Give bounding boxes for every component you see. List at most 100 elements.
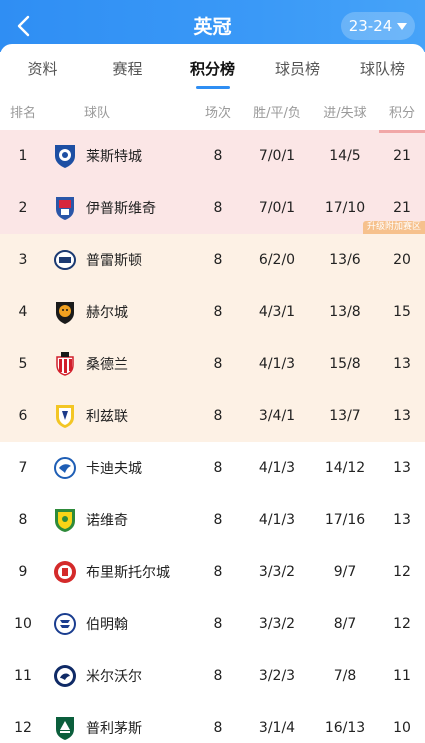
- hull-crest-icon: [53, 299, 77, 325]
- header-rank: 排名: [9, 105, 36, 121]
- wdl-cell: 4/1/3: [258, 460, 296, 476]
- table-row[interactable]: 2 伊普斯维奇 8 7/0/1 17/10 21 升级附加赛区: [0, 182, 425, 234]
- rank-cell: 6: [18, 408, 28, 424]
- goals-cell: 14/12: [324, 460, 366, 476]
- tab-info[interactable]: 资料: [0, 44, 85, 92]
- table-row[interactable]: 11 米尔沃尔 8 3/2/3 7/8 11: [0, 650, 425, 702]
- points-cell: 11: [393, 668, 411, 684]
- points-cell: 13: [393, 460, 411, 476]
- goals-cell: 17/10: [324, 200, 366, 216]
- table-row[interactable]: 6 利兹联 8 3/4/1 13/7 13: [0, 390, 425, 442]
- team-name: 伯明翰: [86, 617, 128, 633]
- played-cell: 8: [213, 720, 223, 736]
- team-name: 米尔沃尔: [86, 669, 142, 685]
- norwich-crest-icon: [53, 507, 77, 533]
- leicester-crest-icon: [53, 143, 77, 169]
- points-cell: 21: [393, 200, 411, 216]
- wdl-cell: 7/0/1: [258, 148, 296, 164]
- playoff-zone-tag: 升级附加赛区: [362, 221, 425, 234]
- rank-cell: 8: [18, 512, 28, 528]
- team-name: 莱斯特城: [86, 149, 142, 165]
- table-row[interactable]: 12 普利茅斯 8 3/1/4 16/13 10: [0, 702, 425, 743]
- played-cell: 8: [213, 304, 223, 320]
- rank-cell: 5: [18, 356, 28, 372]
- tab-player-rankings[interactable]: 球员榜: [255, 44, 340, 92]
- table-row[interactable]: 1 莱斯特城 8 7/0/1 14/5 21: [0, 130, 425, 182]
- table-header: 排名 球队 场次 胜/平/负 进/失球 积分: [0, 92, 425, 130]
- header-wdl: 胜/平/负: [253, 105, 301, 121]
- goals-cell: 7/8: [333, 668, 357, 684]
- tab-bar: 资料 赛程 积分榜 球员榜 球队榜: [0, 44, 425, 92]
- played-cell: 8: [213, 200, 223, 216]
- points-cell: 20: [393, 252, 411, 268]
- played-cell: 8: [213, 512, 223, 528]
- wdl-cell: 3/3/2: [258, 564, 296, 580]
- team-name: 卡迪夫城: [86, 461, 142, 477]
- points-cell: 15: [393, 304, 411, 320]
- played-cell: 8: [213, 460, 223, 476]
- wdl-cell: 3/4/1: [258, 408, 296, 424]
- played-cell: 8: [213, 356, 223, 372]
- rank-cell: 2: [18, 200, 28, 216]
- wdl-cell: 3/1/4: [258, 720, 296, 736]
- goals-cell: 16/13: [324, 720, 366, 736]
- season-selector[interactable]: 23-24: [341, 12, 415, 40]
- rank-cell: 10: [14, 616, 32, 632]
- goals-cell: 15/8: [329, 356, 361, 372]
- goals-cell: 13/7: [329, 408, 361, 424]
- played-cell: 8: [213, 564, 223, 580]
- team-name: 桑德兰: [86, 357, 128, 373]
- tab-schedule[interactable]: 赛程: [85, 44, 170, 92]
- played-cell: 8: [213, 148, 223, 164]
- table-row[interactable]: 7 卡迪夫城 8 4/1/3 14/12 13: [0, 442, 425, 494]
- team-name: 伊普斯维奇: [86, 201, 156, 217]
- sunderland-crest-icon: [53, 351, 77, 377]
- table-row[interactable]: 4 赫尔城 8 4/3/1 13/8 15: [0, 286, 425, 338]
- wdl-cell: 4/1/3: [258, 512, 296, 528]
- ipswich-crest-icon: [53, 195, 77, 221]
- goals-cell: 9/7: [333, 564, 357, 580]
- birmingham-crest-icon: [53, 611, 77, 637]
- wdl-cell: 7/0/1: [258, 200, 296, 216]
- points-cell: 13: [393, 356, 411, 372]
- goals-cell: 13/8: [329, 304, 361, 320]
- points-cell: 13: [393, 512, 411, 528]
- team-name: 布里斯托尔城: [86, 565, 170, 581]
- wdl-cell: 6/2/0: [258, 252, 296, 268]
- points-cell: 13: [393, 408, 411, 424]
- team-name: 赫尔城: [86, 305, 128, 321]
- preston-crest-icon: [53, 247, 77, 273]
- rank-cell: 3: [18, 252, 28, 268]
- plymouth-crest-icon: [53, 715, 77, 741]
- points-cell: 10: [393, 720, 411, 736]
- rank-cell: 4: [18, 304, 28, 320]
- rank-cell: 11: [14, 668, 32, 684]
- tab-standings[interactable]: 积分榜: [170, 44, 255, 92]
- header-goals: 进/失球: [323, 105, 367, 121]
- points-cell: 12: [393, 616, 411, 632]
- table-row[interactable]: 3 普雷斯顿 8 6/2/0 13/6 20: [0, 234, 425, 286]
- table-row[interactable]: 8 诺维奇 8 4/1/3 17/16 13: [0, 494, 425, 546]
- rank-cell: 1: [18, 148, 28, 164]
- goals-cell: 8/7: [333, 616, 357, 632]
- cardiff-crest-icon: [53, 455, 77, 481]
- team-name: 普雷斯顿: [86, 253, 142, 269]
- played-cell: 8: [213, 252, 223, 268]
- wdl-cell: 4/1/3: [258, 356, 296, 372]
- table-row[interactable]: 10 伯明翰 8 3/3/2 8/7 12: [0, 598, 425, 650]
- header-team: 球队: [83, 105, 110, 121]
- rank-cell: 12: [14, 720, 32, 736]
- rank-cell: 7: [18, 460, 28, 476]
- wdl-cell: 4/3/1: [258, 304, 296, 320]
- table-row[interactable]: 5 桑德兰 8 4/1/3 15/8 13: [0, 338, 425, 390]
- wdl-cell: 3/2/3: [258, 668, 296, 684]
- bristol-crest-icon: [53, 559, 77, 585]
- millwall-crest-icon: [53, 663, 77, 689]
- header-points: 积分: [388, 105, 415, 121]
- table-row[interactable]: 9 布里斯托尔城 8 3/3/2 9/7 12: [0, 546, 425, 598]
- goals-cell: 13/6: [329, 252, 361, 268]
- goals-cell: 14/5: [329, 148, 361, 164]
- caret-down-icon: [397, 22, 408, 30]
- tab-team-rankings[interactable]: 球队榜: [340, 44, 425, 92]
- played-cell: 8: [213, 408, 223, 424]
